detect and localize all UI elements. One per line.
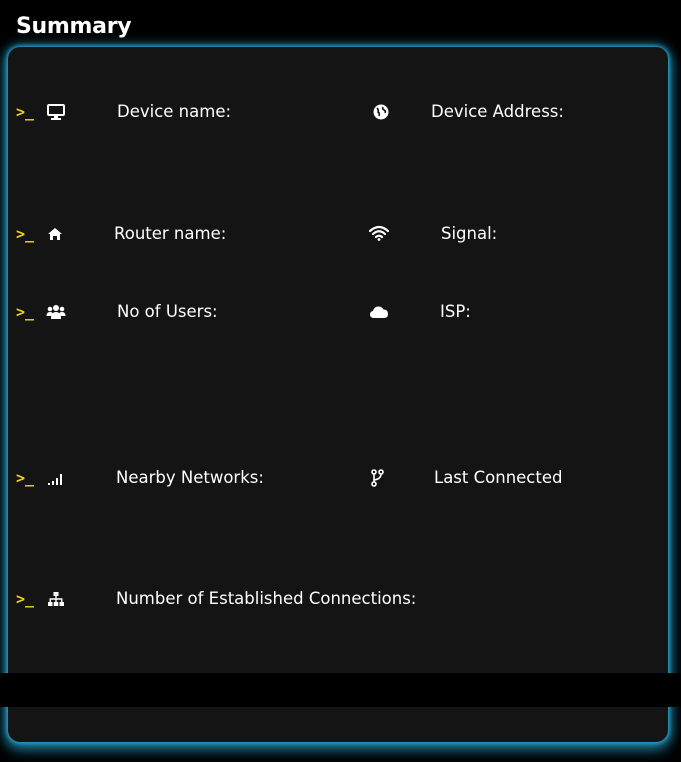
globe-icon	[371, 102, 391, 122]
sitemap-icon	[46, 589, 66, 609]
signal-bars-icon	[46, 468, 66, 488]
isp-label: ISP:	[440, 302, 471, 321]
overlay-band	[0, 673, 681, 707]
terminal-prompt-icon: >_	[16, 303, 35, 321]
terminal-prompt-icon: >_	[16, 469, 35, 487]
signal-label: Signal:	[441, 224, 498, 243]
device-name-label: Device name:	[117, 102, 232, 121]
summary-card	[8, 47, 668, 742]
last-connected-label: Last Connected	[434, 468, 563, 487]
terminal-prompt-icon: >_	[16, 103, 35, 121]
home-icon	[45, 224, 65, 244]
cloud-icon	[369, 302, 389, 322]
terminal-prompt-icon: >_	[16, 590, 35, 608]
no-of-users-label: No of Users:	[117, 302, 218, 321]
wifi-icon	[369, 223, 389, 243]
branch-icon	[367, 468, 387, 488]
page: Summary >_ Device name: Device Address: …	[0, 0, 681, 762]
device-address-label: Device Address:	[431, 102, 564, 121]
nearby-networks-label: Nearby Networks:	[116, 468, 264, 487]
users-icon	[46, 302, 66, 322]
page-title: Summary	[16, 14, 132, 39]
terminal-prompt-icon: >_	[16, 225, 35, 243]
router-name-label: Router name:	[114, 224, 227, 243]
established-connections-label: Number of Established Connections:	[116, 589, 417, 608]
desktop-icon	[46, 102, 66, 122]
